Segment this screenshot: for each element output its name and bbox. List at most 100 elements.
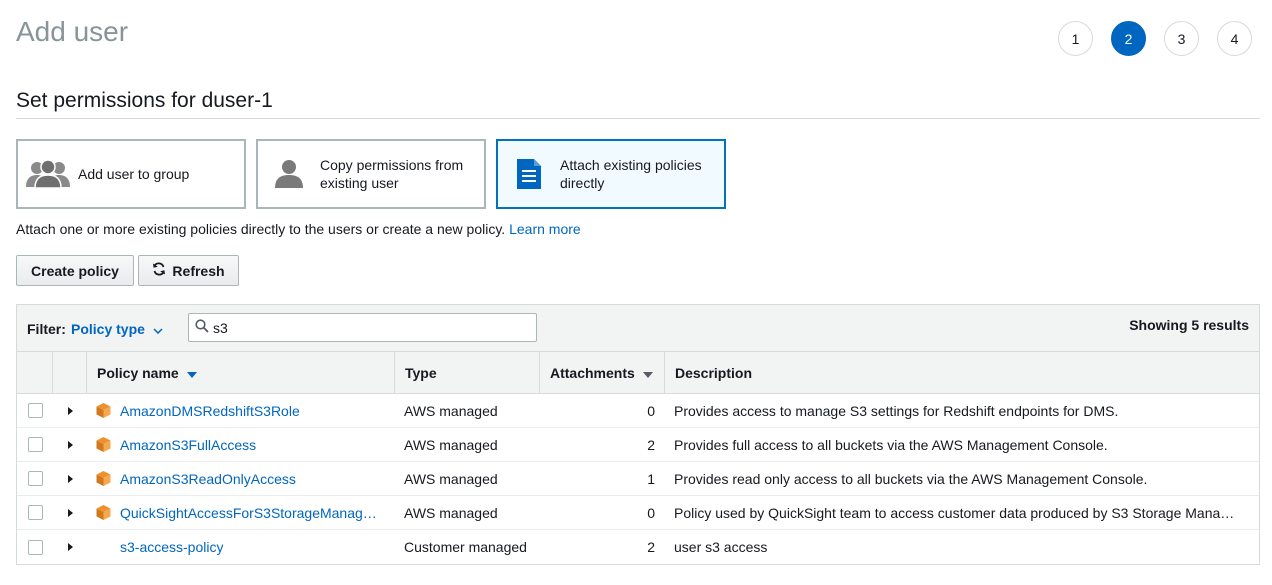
expand-caret-icon[interactable] bbox=[67, 474, 73, 483]
policy-name-link[interactable]: AmazonS3FullAccess bbox=[120, 437, 256, 453]
policy-name-cell: s3-access-policy bbox=[87, 530, 395, 564]
column-description[interactable]: Description bbox=[665, 352, 1259, 394]
description-cell: Provides read only access to all buckets… bbox=[674, 470, 1148, 487]
results-count: Showing 5 results bbox=[1129, 317, 1249, 333]
policy-type-cell: AWS managed bbox=[404, 470, 498, 487]
row-select bbox=[17, 428, 53, 462]
row-select bbox=[17, 462, 53, 496]
attachments-cell: 2 bbox=[647, 539, 655, 555]
row-select bbox=[17, 394, 53, 428]
sort-icon bbox=[642, 365, 653, 381]
table-row[interactable]: AmazonS3FullAccess AWS managed 2 Provide… bbox=[17, 428, 1259, 462]
column-policy-name[interactable]: Policy name bbox=[87, 352, 395, 394]
column-attachments[interactable]: Attachments bbox=[540, 352, 665, 394]
expand-caret-icon[interactable] bbox=[67, 440, 73, 449]
policy-name-link[interactable]: AmazonDMSRedshiftS3Role bbox=[120, 403, 300, 419]
option-attach-policies[interactable]: Attach existing policies directly bbox=[496, 139, 726, 209]
description-body: Attach one or more existing policies dir… bbox=[16, 221, 506, 237]
aws-managed-icon bbox=[95, 470, 112, 487]
users-group-icon bbox=[18, 159, 78, 189]
row-expand bbox=[53, 496, 87, 530]
option-label: Attach existing policies directly bbox=[560, 157, 702, 191]
description-cell: Provides access to manage S3 settings fo… bbox=[674, 402, 1119, 419]
policy-type-filter[interactable]: Policy type bbox=[71, 321, 163, 337]
refresh-label: Refresh bbox=[172, 262, 225, 279]
table-row[interactable]: s3-access-policy Customer managed 2 user… bbox=[17, 530, 1259, 564]
policy-name-cell: AmazonDMSRedshiftS3Role bbox=[87, 394, 395, 428]
row-expand bbox=[53, 530, 87, 564]
row-checkbox[interactable] bbox=[27, 471, 43, 486]
aws-managed-icon bbox=[95, 402, 112, 419]
column-label: Description bbox=[675, 365, 753, 381]
row-expand bbox=[53, 394, 87, 428]
attachments-cell: 1 bbox=[647, 470, 655, 487]
column-label: Attachments bbox=[550, 365, 635, 381]
user-icon bbox=[258, 159, 320, 189]
refresh-icon bbox=[152, 262, 166, 279]
column-label: Policy name bbox=[97, 365, 179, 381]
row-checkbox[interactable] bbox=[27, 403, 43, 418]
option-copy-permissions[interactable]: Copy permissions from existing user bbox=[256, 139, 486, 209]
option-label: Add user to group bbox=[78, 166, 190, 182]
chevron-down-icon bbox=[153, 321, 163, 337]
header-select bbox=[17, 352, 53, 394]
icon-spacer bbox=[95, 539, 112, 556]
attachments-cell: 0 bbox=[647, 402, 655, 419]
attachments-cell: 0 bbox=[647, 504, 655, 521]
policy-type-cell: Customer managed bbox=[404, 539, 527, 555]
create-policy-label: Create policy bbox=[31, 262, 119, 279]
policy-type-cell: AWS managed bbox=[404, 436, 498, 453]
expand-caret-icon[interactable] bbox=[67, 543, 73, 551]
search-box[interactable] bbox=[188, 313, 537, 342]
policy-name-link[interactable]: s3-access-policy bbox=[120, 539, 223, 555]
description-cell: user s3 access bbox=[674, 539, 768, 555]
table-header: Policy name Type Attachments Description bbox=[17, 352, 1259, 394]
refresh-button[interactable]: Refresh bbox=[138, 255, 239, 286]
table-row[interactable]: QuickSightAccessForS3StorageManag… AWS m… bbox=[17, 496, 1259, 530]
aws-managed-icon bbox=[95, 436, 112, 453]
header-expand bbox=[53, 352, 87, 394]
policy-name-cell: AmazonS3ReadOnlyAccess bbox=[87, 462, 395, 496]
policy-name-link[interactable]: AmazonS3ReadOnlyAccess bbox=[120, 471, 296, 487]
search-input[interactable] bbox=[213, 319, 513, 336]
row-checkbox[interactable] bbox=[27, 437, 43, 452]
row-select bbox=[17, 496, 53, 530]
row-select bbox=[17, 530, 53, 564]
section-divider bbox=[16, 118, 1260, 119]
policy-type-cell: AWS managed bbox=[404, 402, 498, 419]
row-checkbox[interactable] bbox=[27, 539, 43, 555]
filter-label: Filter: bbox=[27, 321, 66, 337]
row-expand bbox=[53, 462, 87, 496]
policy-name-cell: QuickSightAccessForS3StorageManag… bbox=[87, 496, 395, 530]
description-text: Attach one or more existing policies dir… bbox=[16, 221, 581, 237]
step-1[interactable]: 1 bbox=[1058, 21, 1093, 56]
filter-bar: Filter: Policy type Showing 5 results bbox=[17, 305, 1259, 352]
column-label: Type bbox=[405, 365, 437, 381]
row-expand bbox=[53, 428, 87, 462]
step-indicator: 1 2 3 4 bbox=[1058, 21, 1252, 56]
attachments-cell: 2 bbox=[647, 436, 655, 453]
step-2[interactable]: 2 bbox=[1111, 21, 1146, 56]
policy-type-cell: AWS managed bbox=[404, 504, 498, 521]
document-icon bbox=[498, 157, 560, 191]
expand-caret-icon[interactable] bbox=[67, 406, 73, 415]
row-checkbox[interactable] bbox=[27, 505, 43, 520]
policy-name-cell: AmazonS3FullAccess bbox=[87, 428, 395, 462]
policy-type-label: Policy type bbox=[71, 321, 145, 337]
sort-desc-icon bbox=[186, 365, 197, 381]
page-title: Add user bbox=[16, 16, 129, 47]
table-body: AmazonDMSRedshiftS3Role AWS managed 0 Pr… bbox=[17, 394, 1259, 564]
column-type[interactable]: Type bbox=[395, 352, 540, 394]
option-label: Copy permissions from existing user bbox=[320, 157, 464, 191]
description-cell: Policy used by QuickSight team to access… bbox=[674, 504, 1235, 521]
description-cell: Provides full access to all buckets via … bbox=[674, 436, 1108, 453]
table-row[interactable]: AmazonDMSRedshiftS3Role AWS managed 0 Pr… bbox=[17, 394, 1259, 428]
step-4[interactable]: 4 bbox=[1217, 21, 1252, 56]
option-add-to-group[interactable]: Add user to group bbox=[16, 139, 246, 209]
expand-caret-icon[interactable] bbox=[67, 508, 73, 517]
policy-name-link[interactable]: QuickSightAccessForS3StorageManag… bbox=[120, 505, 377, 521]
step-3[interactable]: 3 bbox=[1164, 21, 1199, 56]
table-row[interactable]: AmazonS3ReadOnlyAccess AWS managed 1 Pro… bbox=[17, 462, 1259, 496]
create-policy-button[interactable]: Create policy bbox=[16, 255, 134, 286]
learn-more-link[interactable]: Learn more bbox=[509, 221, 581, 237]
